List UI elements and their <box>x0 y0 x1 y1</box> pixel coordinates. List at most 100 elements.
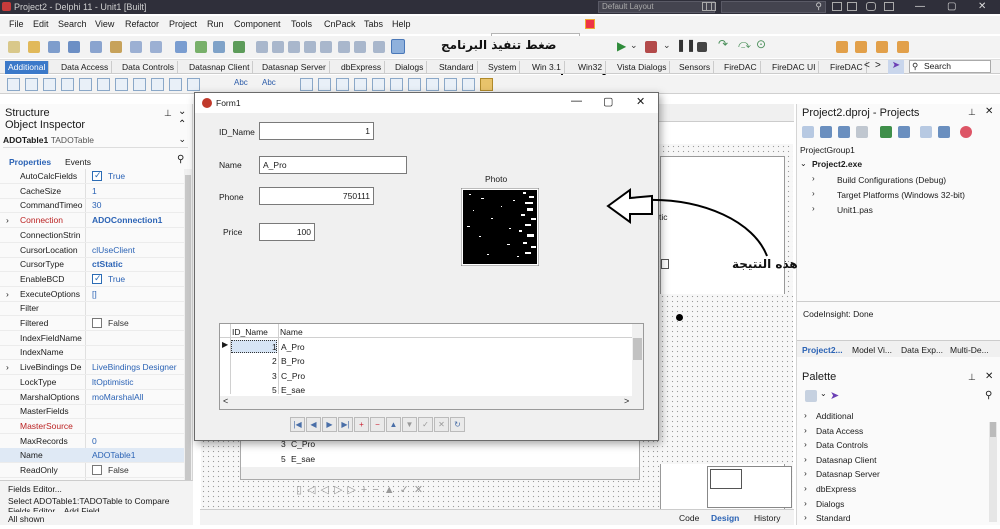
property-row[interactable]: Filter <box>0 301 184 317</box>
tab-history[interactable]: History <box>754 513 780 523</box>
edit-phone[interactable]: 750111 <box>259 187 374 205</box>
align-left-icon[interactable] <box>256 41 268 53</box>
property-row[interactable]: Name ADOTable1 <box>0 448 184 464</box>
tab-multi-device[interactable]: Multi-De... <box>950 345 989 355</box>
nav-cancel-button[interactable]: ✕ <box>434 417 449 432</box>
property-row[interactable]: MaxRecords 0 <box>0 434 184 449</box>
layout-combo[interactable]: Default Layout <box>598 1 715 13</box>
label-component-icon[interactable]: Abc <box>234 78 248 87</box>
open-icon[interactable] <box>28 41 40 53</box>
property-grid[interactable]: AutoCalcFields True CacheSize 1 CommandTimeo… <box>0 169 184 519</box>
design-navigator[interactable]: ▯◁◁▷▷+−▲✓✕ <box>296 483 428 496</box>
property-checkbox[interactable] <box>92 273 102 284</box>
layout-save-icon[interactable] <box>706 2 716 11</box>
property-row[interactable]: Filtered False <box>0 316 184 331</box>
snap-grid-icon[interactable] <box>391 39 405 54</box>
component-icon-4[interactable] <box>61 78 74 91</box>
folder-icon[interactable] <box>110 41 122 53</box>
nav-refresh-button[interactable]: ↻ <box>450 417 465 432</box>
edit-name[interactable]: A_Pro <box>259 156 407 174</box>
align-right-icon[interactable] <box>288 41 300 53</box>
trace-icon[interactable]: ⊙ <box>756 37 766 51</box>
nav-apply-button[interactable]: ✓ <box>418 417 433 432</box>
property-row[interactable]: › Connection ADOConnection1 <box>0 213 184 229</box>
pin-icon[interactable]: ⊥ <box>164 108 172 119</box>
tab-scroll-left-icon[interactable]: < <box>864 60 870 71</box>
menu-search[interactable]: Search <box>58 19 87 29</box>
component-icon-20[interactable] <box>444 78 457 91</box>
component-icon-13[interactable] <box>318 78 331 91</box>
property-row[interactable]: MasterFields <box>0 404 184 420</box>
menu-file[interactable]: File <box>9 19 24 29</box>
step-into-icon[interactable]: ↷ <box>718 37 728 51</box>
expand-icon-1[interactable]: ⌄ <box>800 159 807 168</box>
component-icon-1[interactable] <box>7 78 20 91</box>
new-file-icon[interactable] <box>8 41 20 53</box>
palette-list[interactable]: › Additional › Data Access › Data Controls › Da… <box>802 409 987 529</box>
object-selector[interactable]: ADOTable1 TADOTable ⌄ <box>3 134 188 148</box>
design-minimap[interactable] <box>707 466 792 508</box>
menu-tabs[interactable]: Tabs <box>364 19 383 29</box>
maximize-button[interactable]: ▢ <box>947 1 956 12</box>
palette-category[interactable]: › Additional <box>802 409 987 423</box>
component-icon-8[interactable] <box>133 78 146 91</box>
menu-edit[interactable]: Edit <box>33 19 49 29</box>
stop-icon[interactable] <box>697 42 707 52</box>
component-icon-7[interactable] <box>115 78 128 91</box>
grid-col-id-name[interactable]: ID_Name <box>232 327 268 337</box>
nav-delete-button[interactable]: − <box>370 417 385 432</box>
chevron-up-icon[interactable]: ⌃ <box>178 119 186 130</box>
property-row[interactable]: CommandTimeo 30 <box>0 198 184 214</box>
property-row[interactable]: CursorLocation clUseClient <box>0 243 184 258</box>
expand-icon-4[interactable]: › <box>812 204 815 213</box>
property-row[interactable]: IndexName <box>0 345 184 361</box>
pin-icon-2[interactable]: ⊥ <box>968 107 976 118</box>
palette-category[interactable]: › Standard <box>802 511 987 525</box>
component-icon-5[interactable] <box>79 78 92 91</box>
search-icon-4[interactable]: ⚲ <box>985 390 992 401</box>
grid-row-1-id[interactable]: 1 <box>272 342 277 352</box>
property-row[interactable]: MarshalOptions moMarshalAll <box>0 390 184 405</box>
palette-tab-firedac-ui[interactable]: FireDAC UI <box>769 61 820 74</box>
property-checkbox[interactable] <box>92 170 102 181</box>
tree-project-exe[interactable]: Project2.exe <box>812 159 862 169</box>
align-center-icon[interactable] <box>272 41 284 53</box>
tree-build-config[interactable]: Build Configurations (Debug) <box>837 175 946 185</box>
component-icon-11[interactable] <box>187 78 200 91</box>
component-icon-22[interactable] <box>480 78 493 91</box>
run-icon[interactable]: ▶ <box>617 39 626 53</box>
grid-row-2-id[interactable]: 2 <box>272 356 277 366</box>
menu-project[interactable]: Project <box>169 19 197 29</box>
property-row[interactable]: LockType ltOptimistic <box>0 375 184 390</box>
palette-order-icon[interactable] <box>897 41 909 53</box>
palette-tab-win31[interactable]: Win 3.1 <box>529 61 565 74</box>
view-unit-icon[interactable] <box>130 41 142 53</box>
run-without-debug-icon[interactable] <box>645 41 657 53</box>
grid-row-1-name[interactable]: A_Pro <box>281 342 305 352</box>
tab-model-view[interactable]: Model Vi... <box>852 345 892 355</box>
property-checkbox[interactable] <box>92 465 102 475</box>
property-row[interactable]: AutoCalcFields True <box>0 169 184 184</box>
palette-tab-win32[interactable]: Win32 <box>575 61 607 74</box>
add-icon[interactable] <box>233 41 245 53</box>
nav-next-button[interactable]: ▶ <box>322 417 337 432</box>
nav-edit-button[interactable]: ▲ <box>386 417 401 432</box>
menu-tools[interactable]: Tools <box>291 19 312 29</box>
grid-row-3-name[interactable]: C_Pro <box>281 371 305 381</box>
chevron-down-icon-2[interactable]: ⌄ <box>663 40 671 51</box>
palette-category[interactable]: › Data Access <box>802 424 987 438</box>
palette-tab-firedac[interactable]: FireDAC <box>721 61 761 74</box>
palette-tab-data-access[interactable]: Data Access <box>58 61 113 74</box>
tab-scroll-right-icon[interactable]: > <box>875 60 881 71</box>
close-icon-2[interactable]: ✕ <box>985 371 993 382</box>
palette-search-input[interactable]: ⚲ Search <box>909 60 991 73</box>
menu-component[interactable]: Component <box>234 19 281 29</box>
component-icon-16[interactable] <box>372 78 385 91</box>
menu-run[interactable]: Run <box>207 19 224 29</box>
property-checkbox[interactable] <box>92 318 102 328</box>
form1-maximize-button[interactable]: ▢ <box>603 95 613 108</box>
nav-last-button[interactable]: ▶| <box>338 417 353 432</box>
palette-tab-vista-dialogs[interactable]: Vista Dialogs <box>614 61 671 74</box>
view-form-icon[interactable] <box>150 41 162 53</box>
profile-icon[interactable] <box>866 2 876 11</box>
